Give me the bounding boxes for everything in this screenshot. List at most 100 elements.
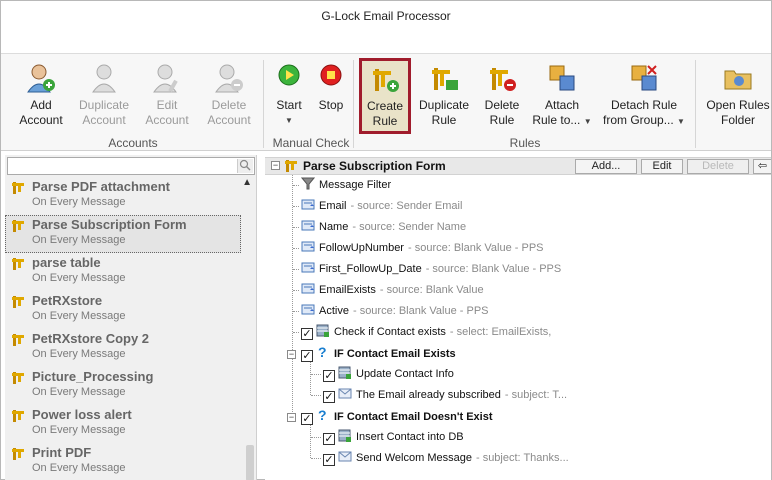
attach-rule-label-1: Attach [544, 98, 580, 112]
tree-node[interactable]: FollowUpNumber - source: Blank Value - PP… [301, 240, 544, 260]
duplicate-account-label-2: Account [82, 113, 126, 127]
node-detail: - select: EmailExists, [449, 326, 552, 338]
tree-node[interactable]: − ✓? IF Contact Email Doesn't Exist [287, 407, 496, 428]
rule-list-item[interactable]: Power loss alert On Every Message [5, 405, 241, 443]
tree-connector [311, 458, 321, 459]
rule-name: Parse Subscription Form [32, 217, 187, 232]
node-label: Active [319, 305, 349, 317]
node-detail: - source: Sender Email [350, 200, 463, 212]
filter-icon [300, 177, 316, 190]
rule-name: Parse PDF attachment [32, 179, 170, 194]
folder-icon [722, 62, 754, 94]
collapse-rule-icon[interactable]: − [271, 161, 280, 170]
rule-editor-panel: − Parse Subscription Form Add... Edit De… [265, 155, 771, 480]
tree-connector [293, 311, 299, 312]
node-checkbox[interactable]: ✓ [301, 350, 313, 362]
node-detail: - source: Blank Value - PPS [407, 242, 544, 254]
tree-connector [293, 248, 299, 249]
ribbon-separator [353, 60, 354, 148]
question-icon: ? [316, 407, 330, 423]
tree-connector [292, 175, 293, 416]
rule-list-item[interactable]: Parse Subscription Form On Every Message [5, 215, 241, 253]
rule-trigger: On Every Message [32, 348, 126, 360]
rule-list-item[interactable]: PetRXstore Copy 2 On Every Message [5, 329, 241, 367]
start-button[interactable]: Start ▼ [271, 62, 307, 128]
delete-node-button[interactable]: Delete [687, 159, 749, 174]
search-icon[interactable] [237, 159, 253, 173]
edit-account-button[interactable]: Edit Account [141, 62, 193, 128]
add-account-button[interactable]: Add Account [13, 62, 69, 128]
rules-group-label: Rules [509, 136, 541, 150]
rule-name: parse table [32, 255, 101, 270]
node-label: Update Contact Info [356, 368, 454, 380]
accounts-group-label: Accounts [108, 136, 158, 150]
node-checkbox[interactable]: ✓ [301, 328, 313, 340]
tree-connector [293, 290, 299, 291]
rule-icon [12, 181, 26, 194]
arrow-left-icon[interactable]: ⇦ [753, 159, 771, 174]
edit-account-icon [151, 62, 183, 94]
create-rule-button[interactable]: Create Rule [359, 58, 411, 134]
tree-node[interactable]: First_FollowUp_Date - source: Blank Value… [301, 261, 561, 281]
node-checkbox[interactable]: ✓ [323, 370, 335, 382]
tree-node[interactable]: Email - source: Sender Email [301, 198, 462, 218]
node-checkbox[interactable]: ✓ [301, 413, 313, 425]
node-checkbox[interactable]: ✓ [323, 454, 335, 466]
delete-account-label-2: Account [207, 113, 251, 127]
tree-connector [293, 185, 299, 186]
stop-button[interactable]: Stop [313, 62, 349, 113]
rule-name: PetRXstore Copy 2 [32, 331, 150, 346]
tree-node[interactable]: ✓ The Email already subscribed - subject: … [323, 387, 567, 407]
duplicate-rule-label-2: Rule [431, 113, 457, 127]
duplicate-account-button[interactable]: Duplicate Account [75, 62, 133, 128]
scroll-up-icon[interactable]: ▲ [242, 177, 252, 188]
rule-icon [12, 409, 26, 422]
create-rule-icon [369, 63, 401, 95]
tree-connector [311, 437, 321, 438]
collapse-node-icon[interactable]: − [287, 350, 296, 359]
delete-rule-button[interactable]: Delete Rule [479, 62, 525, 128]
tree-connector [293, 206, 299, 207]
tree-node[interactable]: Active - source: Blank Value - PPS [301, 303, 489, 323]
edit-node-button[interactable]: Edit [641, 159, 683, 174]
node-label: First_FollowUp_Date [319, 263, 422, 275]
create-rule-label-2: Rule [372, 114, 398, 128]
tree-node[interactable]: ✓ Send Welcom Message - subject: Thanks... [323, 450, 569, 470]
rule-trigger: On Every Message [32, 272, 126, 284]
detach-rule-button[interactable]: Detach Rule from Group... ▼ [601, 62, 687, 129]
duplicate-rule-button[interactable]: Duplicate Rule [415, 62, 473, 128]
rule-list-item[interactable]: Picture_Processing On Every Message [5, 367, 241, 405]
add-node-button[interactable]: Add... [575, 159, 637, 174]
attach-rule-button[interactable]: Attach Rule to... ▼ [531, 62, 593, 129]
open-rules-folder-button[interactable]: Open Rules Folder [703, 62, 772, 128]
svg-text:?: ? [318, 345, 327, 359]
node-label: Email [319, 200, 347, 212]
tree-node[interactable]: − ✓? IF Contact Email Exists [287, 344, 460, 365]
tree-node[interactable]: EmailExists - source: Blank Value [301, 282, 484, 302]
attach-rule-label-2: Rule to... [532, 113, 581, 127]
duplicate-rule-label-1: Duplicate [418, 98, 470, 112]
tree-node[interactable]: ✓ Insert Contact into DB [323, 429, 468, 449]
rule-list-item[interactable]: parse table On Every Message [5, 253, 241, 291]
tree-node[interactable]: Message Filter [300, 177, 395, 197]
delete-account-button[interactable]: Delete Account [201, 62, 257, 128]
start-dropdown-icon[interactable]: ▼ [271, 113, 307, 128]
tree-node[interactable]: ✓ Check if Contact exists - select: EmailE… [301, 324, 551, 344]
rule-icon [12, 333, 26, 346]
rule-list-item[interactable]: Parse PDF attachment On Every Message [5, 177, 241, 215]
attach-rule-dropdown-icon: ▼ [583, 117, 592, 126]
rule-list-item[interactable]: PetRXstore On Every Message [5, 291, 241, 329]
rule-list-item[interactable]: Print PDF On Every Message [5, 443, 241, 480]
rule-name: PetRXstore [32, 293, 103, 308]
tree-node[interactable]: Name - source: Sender Name [301, 219, 466, 239]
rules-search-box[interactable] [7, 157, 255, 175]
collapse-node-icon[interactable]: − [287, 413, 296, 422]
rule-trigger: On Every Message [32, 386, 126, 398]
node-label: Insert Contact into DB [356, 431, 464, 443]
tree-node[interactable]: ✓ Update Contact Info [323, 366, 458, 386]
app-window: G-Lock Email Processor Add Account Dupli… [0, 0, 772, 480]
node-checkbox[interactable]: ✓ [323, 391, 335, 403]
rules-list-scrollbar[interactable] [246, 445, 254, 480]
node-checkbox[interactable]: ✓ [323, 433, 335, 445]
rule-icon [12, 257, 26, 270]
